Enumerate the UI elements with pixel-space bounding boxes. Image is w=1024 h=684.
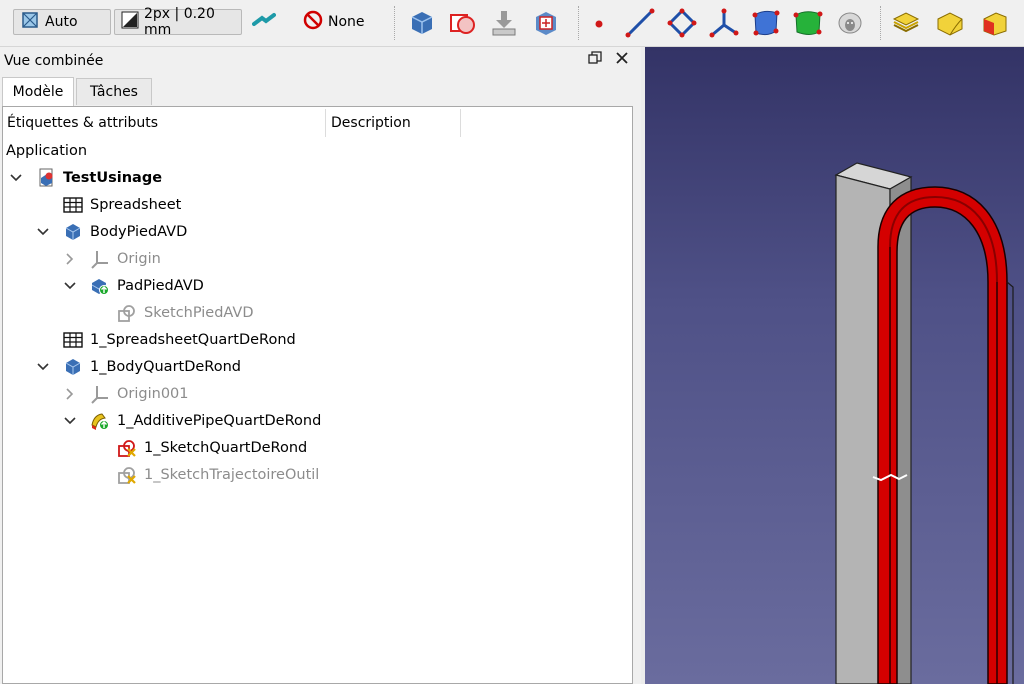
tree-item-label: SketchPiedAVD [144, 304, 254, 321]
part-box-icon[interactable] [404, 7, 436, 39]
tree-item-bodypiedavd[interactable]: BodyPiedAVD [36, 218, 187, 245]
close-panel-button[interactable] [615, 51, 629, 69]
measure-icon [252, 12, 276, 32]
chevron-down-icon[interactable] [36, 225, 50, 239]
model-tree: Étiquettes & attributs Description Appli… [2, 106, 633, 684]
tree-item-label: 1_AdditivePipeQuartDeRond [117, 412, 322, 429]
spreadsheet-icon [63, 330, 83, 350]
layers-icon[interactable] [890, 7, 922, 39]
tree-item-spreadsheetquartderond[interactable]: 1_SpreadsheetQuartDeRond [36, 326, 296, 353]
tree-item-origin[interactable]: Origin [63, 245, 161, 272]
tree-item-label: PadPiedAVD [117, 277, 204, 294]
point-icon[interactable] [584, 7, 616, 39]
tree-item-additivepipequartderond[interactable]: 1_AdditivePipeQuartDeRond [63, 407, 321, 434]
tree-item-sketchquartderond[interactable]: 1_SketchQuartDeRond [90, 434, 307, 461]
column-divider [460, 109, 461, 137]
tab-taches[interactable]: Tâches [76, 78, 152, 105]
tree-item-origin001[interactable]: Origin001 [63, 380, 189, 407]
column-header-description[interactable]: Description [331, 109, 459, 137]
tree-item-label: 1_SpreadsheetQuartDeRond [90, 331, 296, 348]
sheep-icon[interactable] [834, 7, 866, 39]
polygon-icon[interactable] [666, 7, 698, 39]
line-icon[interactable] [624, 7, 656, 39]
chevron-down-icon[interactable] [63, 279, 77, 293]
tree-item-label: BodyPiedAVD [90, 223, 188, 240]
green-face-icon[interactable] [792, 7, 824, 39]
tree-item-label: 1_SketchTrajectoireOutil [144, 466, 320, 483]
combo-view-panel: Vue combinée Modèle Tâches Étiquettes & … [0, 47, 640, 684]
selection-filter-button[interactable]: None [303, 9, 365, 35]
tree-item-label: 1_SketchQuartDeRond [144, 439, 308, 456]
panel-title: Vue combinée [4, 53, 104, 69]
3d-scene [834, 162, 1014, 684]
additive-pipe-icon [90, 411, 110, 431]
tree-item-padpiedavd[interactable]: PadPiedAVD [63, 272, 204, 299]
measure-button[interactable] [252, 9, 276, 35]
main-toolbar: Auto 2px | 0.20 mm None [0, 0, 1024, 47]
tree-item-sketchtrajectoireoutil[interactable]: 1_SketchTrajectoireOutil [90, 461, 319, 488]
chevron-down-icon[interactable] [9, 171, 23, 185]
pipe-body [877, 186, 1008, 684]
pad-icon [90, 276, 110, 296]
boolean-icon[interactable] [446, 7, 478, 39]
axis-icon[interactable] [708, 7, 740, 39]
restore-icon [588, 51, 602, 69]
export-icon[interactable] [530, 7, 562, 39]
blue-face-icon[interactable] [750, 7, 782, 39]
chevron-down-icon[interactable] [63, 414, 77, 428]
tree-item-label: Origin001 [117, 385, 189, 402]
toolbar-separator [578, 6, 581, 40]
draw-style-icon [20, 10, 40, 34]
red-box-icon[interactable] [978, 7, 1010, 39]
origin-axis-icon [90, 249, 110, 269]
pipe-edge [1006, 281, 1014, 684]
no-entry-icon [303, 10, 323, 34]
toolbar-separator [394, 6, 397, 40]
column-header-labels[interactable]: Étiquettes & attributs [7, 109, 325, 137]
chevron-right-icon[interactable] [63, 387, 77, 401]
chevron-right-icon[interactable] [63, 252, 77, 266]
origin-axis-icon [90, 384, 110, 404]
sketch-error-icon [117, 465, 137, 485]
body-icon [63, 222, 83, 242]
tree-item-label: Origin [117, 250, 161, 267]
line-width-button[interactable]: 2px | 0.20 mm [114, 6, 242, 38]
tree-item-label: Spreadsheet [90, 196, 182, 213]
toolbar-separator [880, 6, 883, 40]
tab-modele[interactable]: Modèle [2, 77, 74, 106]
column-divider [325, 109, 326, 137]
float-panel-button[interactable] [588, 51, 602, 69]
tree-item-bodyquartderond[interactable]: 1_BodyQuartDeRond [36, 353, 241, 380]
tree-item-sketchpiedavd[interactable]: SketchPiedAVD [90, 299, 254, 326]
tree-item-label: Application [6, 142, 88, 159]
extrude-icon[interactable] [934, 7, 966, 39]
tree-item-spreadsheet[interactable]: Spreadsheet [36, 191, 181, 218]
import-icon[interactable] [488, 7, 520, 39]
tree-item-label: TestUsinage [63, 169, 163, 186]
tree-root-application[interactable]: Application [6, 137, 87, 164]
sketch-icon [117, 303, 137, 323]
tree-item-label: 1_BodyQuartDeRond [90, 358, 241, 375]
line-width-icon [121, 11, 139, 33]
close-icon [615, 51, 629, 69]
3d-viewport[interactable] [641, 47, 1024, 684]
body-icon [63, 357, 83, 377]
tree-item-testusinage[interactable]: TestUsinage [9, 164, 162, 191]
panel-tabs: Modèle Tâches [0, 77, 640, 106]
spreadsheet-icon [63, 195, 83, 215]
draw-style-button[interactable]: Auto [13, 9, 111, 35]
sketch-error-icon [117, 438, 137, 458]
document-icon [36, 168, 56, 188]
chevron-down-icon[interactable] [36, 360, 50, 374]
